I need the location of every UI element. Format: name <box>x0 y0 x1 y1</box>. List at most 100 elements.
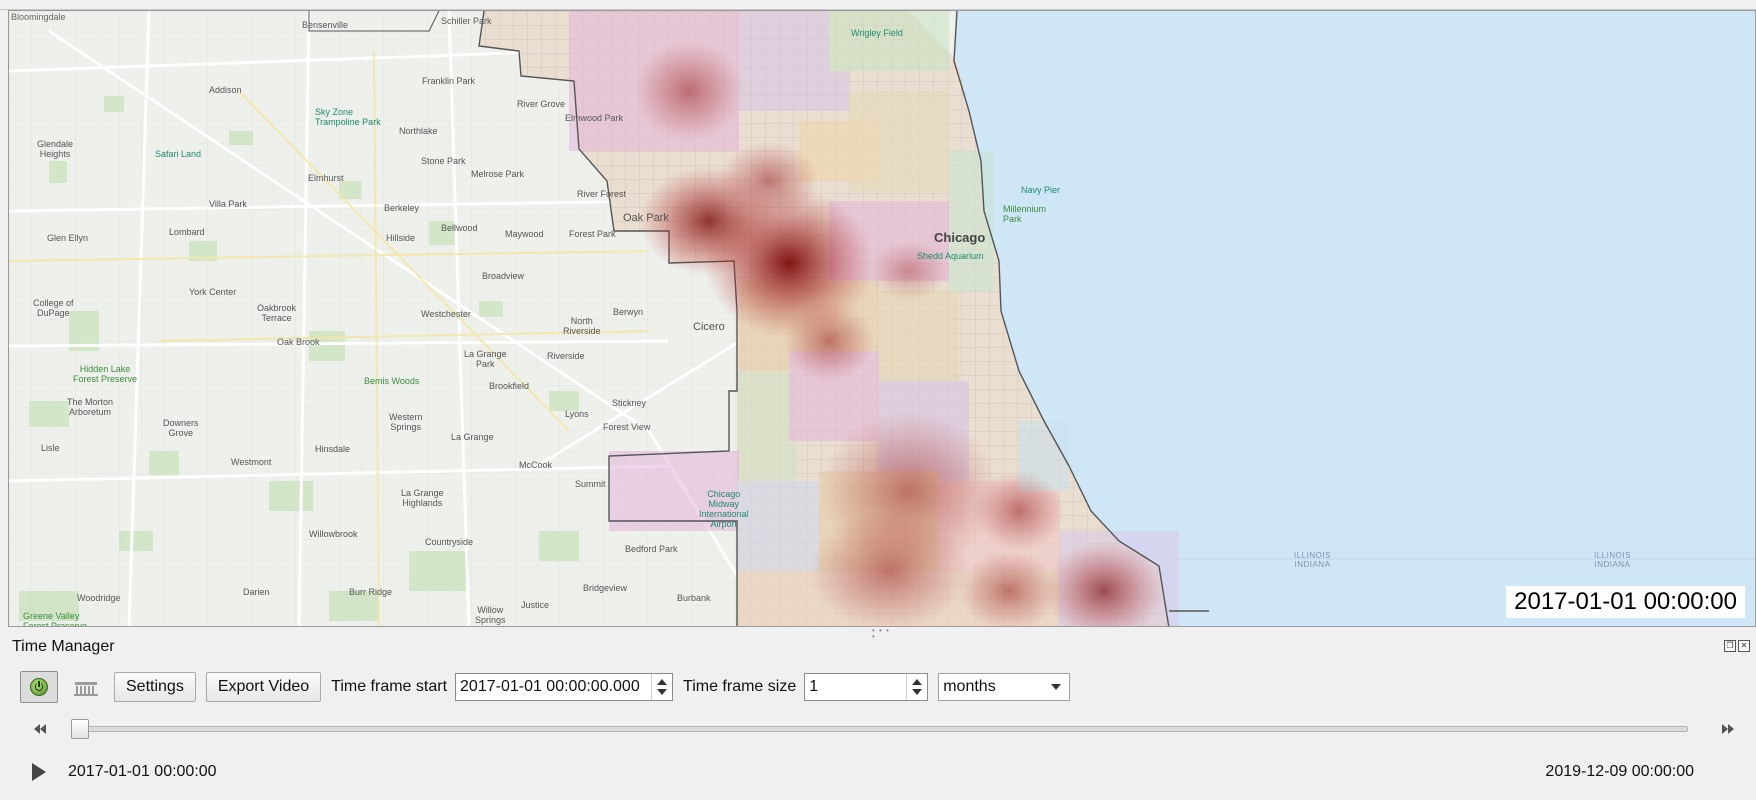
step-down-icon[interactable] <box>657 689 668 695</box>
time-frame-unit-select[interactable]: months <box>938 673 1071 701</box>
map-label-franklin-park: Franklin Park <box>422 76 476 86</box>
poi-navy-pier: Navy Pier <box>1021 185 1061 195</box>
map-label-bedford-park: Bedford Park <box>625 544 678 554</box>
map-label-burbank: Burbank <box>677 593 711 603</box>
map-label-oak-brook: Oak Brook <box>277 337 320 347</box>
map-label-bensenville: Bensenville <box>302 20 349 30</box>
map-label-hillside: Hillside <box>386 233 416 243</box>
poi-sky-zone: Sky Zone Trampoline Park <box>315 107 381 127</box>
map-label-college-of-dupage: College of DuPage <box>33 298 74 318</box>
map-label-north-riverside: North Riverside <box>563 316 601 336</box>
poi-hidden-lake: Hidden Lake Forest Preserve <box>73 364 138 384</box>
map-label-melrose-park: Melrose Park <box>471 169 525 179</box>
time-frame-start-value[interactable]: 2017-01-01 00:00:00.000 <box>456 674 651 700</box>
panel-title: Time Manager <box>12 638 115 655</box>
play-icon[interactable] <box>30 762 48 782</box>
map-canvas[interactable]: Bloomingdale Bensenville Schiller Park A… <box>8 10 1756 627</box>
map-label-elmwood-park: Elmwood Park <box>565 113 624 123</box>
map-label-hinsdale: Hinsdale <box>315 444 351 454</box>
map-label-lombard: Lombard <box>169 227 205 237</box>
map-label-westchester: Westchester <box>421 309 471 319</box>
end-time-label: 2019-12-09 00:00:00 <box>1545 763 1694 780</box>
power-toggle-button[interactable] <box>20 671 58 703</box>
time-slider-row <box>30 719 1736 739</box>
map-label-forest-view: Forest View <box>603 422 651 432</box>
map-label-la-grange-park: La Grange Park <box>464 349 507 369</box>
map-label-addison: Addison <box>209 85 242 95</box>
time-frame-start-stepper[interactable] <box>651 674 672 700</box>
map-label-maywood: Maywood <box>505 229 544 239</box>
map-label-bellwood: Bellwood <box>441 223 478 233</box>
map-label-burr-ridge: Burr Ridge <box>349 587 393 597</box>
map-label-bridgeview: Bridgeview <box>583 583 628 593</box>
map-label-forest-park: Forest Park <box>569 229 616 239</box>
time-frame-size-stepper[interactable] <box>906 674 927 700</box>
map-label-state-line-2: ILLINOIS INDIANA <box>1594 551 1631 569</box>
map-label-stone-park: Stone Park <box>421 156 466 166</box>
start-time-label: 2017-01-01 00:00:00 <box>68 763 217 780</box>
skip-forward-icon[interactable] <box>1720 722 1736 736</box>
poi-wrigley-field: Wrigley Field <box>851 28 903 38</box>
time-frame-size-input[interactable]: 1 <box>804 673 929 701</box>
time-slider-handle[interactable] <box>71 719 89 739</box>
map-label-oakbrook-terrace: Oakbrook Terrace <box>257 303 297 323</box>
map-label-oak-park: Oak Park <box>623 212 669 224</box>
time-slider-track[interactable] <box>72 726 1688 732</box>
step-down-icon[interactable] <box>912 689 923 695</box>
map-label-berkeley: Berkeley <box>384 203 420 213</box>
map-label-the-morton-arboretum: The Morton Arboretum <box>67 397 114 417</box>
map-label-glendale-heights: Glendale Heights <box>37 139 74 159</box>
time-frame-start-label: Time frame start <box>331 678 448 695</box>
top-strip <box>0 0 1756 10</box>
float-panel-icon[interactable]: ❐ <box>1724 640 1736 652</box>
poi-bemis-woods: Bemis Woods <box>364 376 420 386</box>
power-icon <box>30 678 48 696</box>
map-label-york-center: York Center <box>189 287 237 297</box>
map-label-stickney: Stickney <box>612 398 647 408</box>
time-frame-size-label: Time frame size <box>683 678 797 695</box>
map-label-berwyn: Berwyn <box>613 307 644 317</box>
map-label-glen-ellyn: Glen Ellyn <box>47 233 89 243</box>
time-frame-start-input[interactable]: 2017-01-01 00:00:00.000 <box>455 673 674 701</box>
step-up-icon[interactable] <box>912 679 923 685</box>
map-label-lisle: Lisle <box>41 443 60 453</box>
time-frame-unit-value: months <box>943 678 996 695</box>
poi-millennium-park: Millennium Park <box>1003 204 1047 224</box>
map-label-western-springs: Western Springs <box>389 412 423 432</box>
map-label-la-grange-highlands: La Grange Highlands <box>401 488 444 508</box>
map-label-river-grove: River Grove <box>517 99 566 109</box>
map-label-justice: Justice <box>521 600 550 610</box>
archaeology-icon[interactable] <box>72 677 100 697</box>
map-label-willowbrook: Willowbrook <box>309 529 358 539</box>
poi-chicago-midway: Chicago Midway International Airport <box>699 489 749 529</box>
map-label-state-line-1: ILLINOIS INDIANA <box>1294 551 1331 569</box>
chevron-down-icon <box>1051 684 1062 690</box>
panel-splitter-handle[interactable]: • • • • <box>872 627 892 641</box>
map-label-river-forest: River Forest <box>577 189 627 199</box>
poi-safari-land: Safari Land <box>155 149 202 159</box>
map-label-bloomingdale: Bloomingdale <box>11 12 66 22</box>
map-label-cicero: Cicero <box>693 321 725 333</box>
skip-back-icon[interactable] <box>32 722 48 736</box>
map-label-riverside: Riverside <box>547 351 585 361</box>
settings-button[interactable]: Settings <box>114 672 196 702</box>
map-label-broadview: Broadview <box>482 271 525 281</box>
panel-controls: ❐ ✕ <box>1724 640 1750 652</box>
map-label-chicago: Chicago <box>934 230 986 245</box>
map-label-downers-grove: Downers Grove <box>163 418 199 438</box>
map-label-lyons: Lyons <box>565 409 589 419</box>
map-label-villa-park: Villa Park <box>209 199 247 209</box>
map-label-summit: Summit <box>575 479 606 489</box>
time-frame-size-value[interactable]: 1 <box>805 674 906 700</box>
map-label-greene-valley: Greene Valley Forest Preserve <box>23 611 88 627</box>
map-label-westmont: Westmont <box>231 457 272 467</box>
close-panel-icon[interactable]: ✕ <box>1738 640 1750 652</box>
map-label-countryside: Countryside <box>425 537 474 547</box>
map-time-overlay: 2017-01-01 00:00:00 <box>1506 586 1745 618</box>
map-label-la-grange: La Grange <box>451 432 494 442</box>
export-video-button[interactable]: Export Video <box>205 672 322 702</box>
map-label-willow-springs: Willow Springs <box>475 605 506 625</box>
map-label-brookfield: Brookfield <box>489 381 530 391</box>
map-label-elmhurst: Elmhurst <box>308 173 344 183</box>
step-up-icon[interactable] <box>657 679 668 685</box>
